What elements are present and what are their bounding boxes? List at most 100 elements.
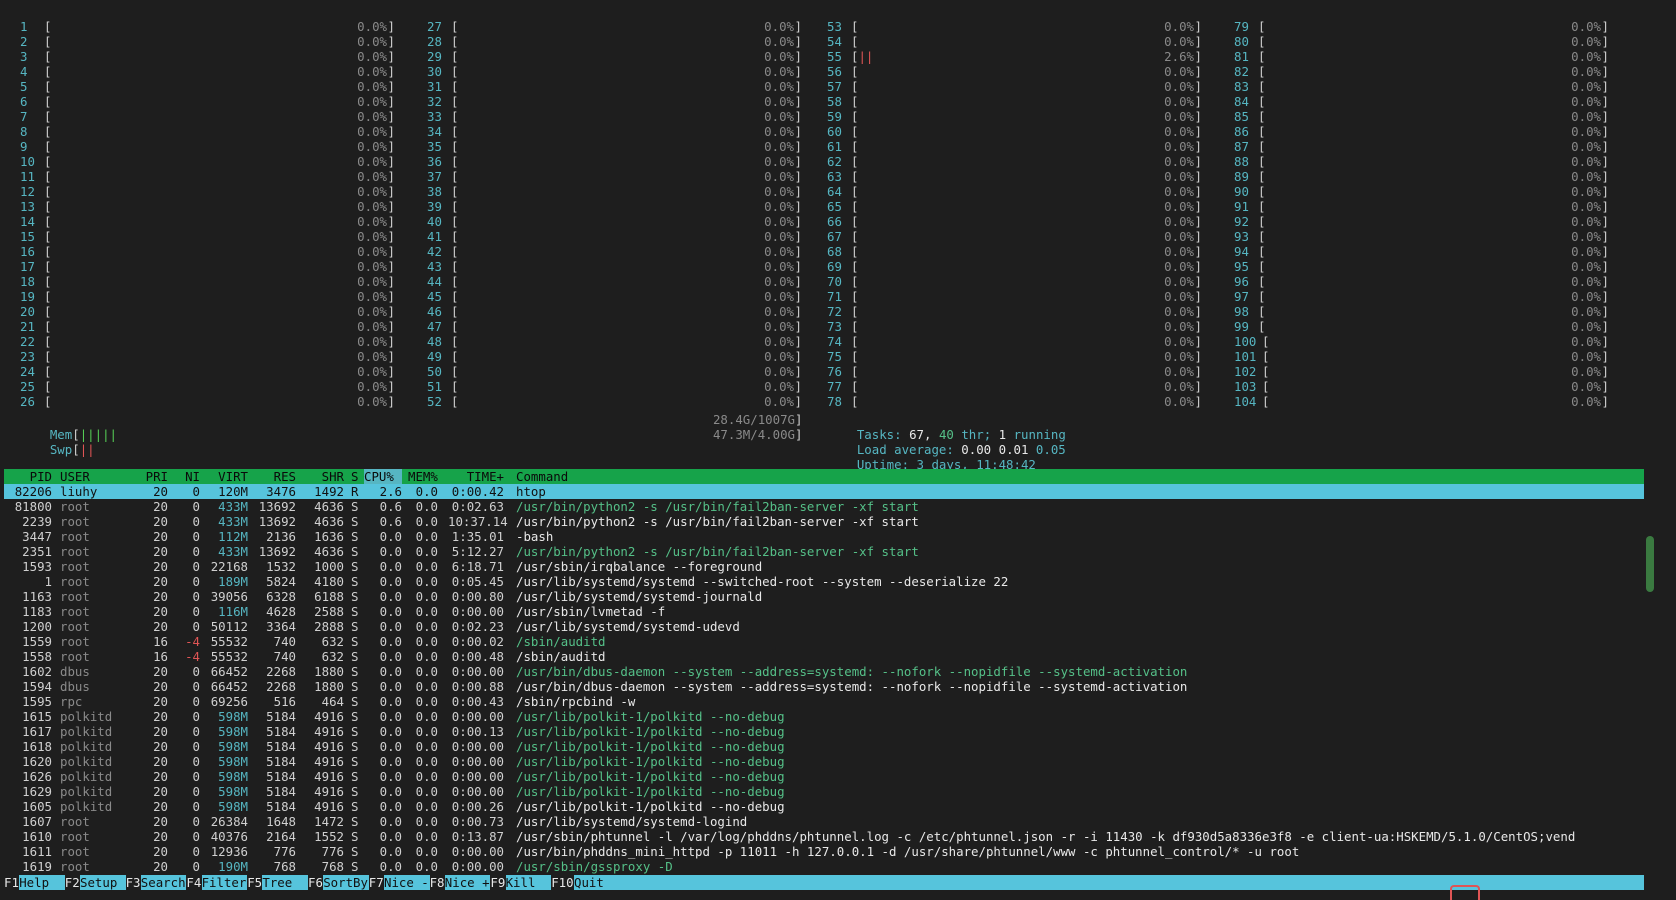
cpu-percent: 0.0% xyxy=(357,274,387,289)
process-row[interactable]: 82206 liuhy 20 0 120M 3476 1492 R 2.6 0.0 0:00.42 h… xyxy=(4,484,1654,499)
process-res: 13692 xyxy=(258,514,296,529)
process-row[interactable]: 1595 rpc 20 0 69256 516 464 S 0.0 0.0 0:00.43/sbin… xyxy=(4,694,1654,709)
process-virt: 66452 xyxy=(210,664,248,679)
cpu-percent: 0.0% xyxy=(1164,259,1194,274)
fkey-f5[interactable]: F5 xyxy=(247,875,263,890)
col-pri[interactable]: PRI xyxy=(134,469,168,484)
process-cmd: /usr/lib/systemd/systemd-udevd xyxy=(516,619,740,634)
fkey-label[interactable]: Nice - xyxy=(384,875,430,890)
process-row[interactable]: 1200 root 20 0 50112 3364 2888 S 0.0 0.0 0:02.23/u… xyxy=(4,619,1654,634)
cpu-number: 41 xyxy=(427,229,442,244)
col-time[interactable]: TIME+ xyxy=(448,469,504,484)
cpu-number: 6 xyxy=(20,94,28,109)
process-row[interactable]: 1611 root 20 0 12936 776 776 S 0.0 0.0 0:00.00/usr… xyxy=(4,844,1654,859)
process-row[interactable]: 1615 polkitd 20 0 598M 5184 4916 S 0.0 0.0 0:00.00… xyxy=(4,709,1654,724)
process-row[interactable]: 1183 root 20 0 116M 4628 2588 S 0.0 0.0 0:00.00/us… xyxy=(4,604,1654,619)
cpu-bracket-close: ] xyxy=(1601,154,1609,169)
process-row[interactable]: 3447 root 20 0 112M 2136 1636 S 0.0 0.0 1:35.01 -ba… xyxy=(4,529,1654,544)
fkey-f2[interactable]: F2 xyxy=(64,875,80,890)
fkey-label[interactable]: Setup xyxy=(80,875,126,890)
cpu-number: 77 xyxy=(827,379,842,394)
cpu-percent: 0.0% xyxy=(357,244,387,259)
scrollbar[interactable] xyxy=(1644,0,1656,898)
process-row[interactable]: 1626 polkitd 20 0 598M 5184 4916 S 0.0 0.0 0:00.00… xyxy=(4,769,1654,784)
process-row[interactable]: 1607 root 20 0 26384 1648 1472 S 0.0 0.0 0:00.73/u… xyxy=(4,814,1654,829)
col-user[interactable]: USER xyxy=(60,469,90,484)
fkey-f9[interactable]: F9 xyxy=(490,875,506,890)
fkey-f7[interactable]: F7 xyxy=(368,875,384,890)
fkey-label[interactable]: Tree xyxy=(262,875,308,890)
fkey-label[interactable]: Filter xyxy=(201,875,248,890)
cpu-percent: 0.0% xyxy=(764,304,794,319)
cpu-percent: 2.6% xyxy=(1164,49,1194,64)
scrollbar-thumb[interactable] xyxy=(1646,536,1654,592)
process-pri: 20 xyxy=(153,754,168,769)
process-row[interactable]: 1163 root 20 0 39056 6328 6188 S 0.0 0.0 0:00.80/u… xyxy=(4,589,1654,604)
process-row[interactable]: 1619 root 20 0 190M 768 768 S 0.0 0.0 0:00.00/usr/… xyxy=(4,859,1654,874)
process-user: polkitd xyxy=(60,784,113,799)
cpu-meter: 7 [0.0%] xyxy=(20,109,395,124)
process-time: 0:00.43 xyxy=(451,694,504,709)
process-res: 1648 xyxy=(266,814,296,829)
process-row[interactable]: 1610 root 20 0 40376 2164 1552 S 0.0 0.0 0:13.87/u… xyxy=(4,829,1654,844)
fkey-f8[interactable]: F8 xyxy=(429,875,445,890)
process-row[interactable]: 1605 polkitd 20 0 598M 5184 4916 S 0.0 0.0 0:00.26… xyxy=(4,799,1654,814)
col-ni[interactable]: NI xyxy=(174,469,200,484)
cpu-percent: 0.0% xyxy=(1571,334,1601,349)
process-row[interactable]: 1617 polkitd 20 0 598M 5184 4916 S 0.0 0.0 0:00.13… xyxy=(4,724,1654,739)
process-row[interactable]: 1618 polkitd 20 0 598M 5184 4916 S 0.0 0.0 0:00.00… xyxy=(4,739,1654,754)
col-state[interactable]: S xyxy=(351,469,358,484)
cpu-percent: 0.0% xyxy=(764,94,794,109)
fkey-label[interactable]: Help xyxy=(19,875,65,890)
fkey-f4[interactable]: F4 xyxy=(186,875,202,890)
cpu-bracket-open: [ xyxy=(44,184,52,199)
process-pri: 20 xyxy=(153,604,168,619)
col-res[interactable]: RES xyxy=(252,469,296,484)
fkey-f6[interactable]: F6 xyxy=(308,875,323,890)
cpu-meter: 38 [0.0%] xyxy=(427,184,802,199)
process-row[interactable]: 1629 polkitd 20 0 598M 5184 4916 S 0.0 0.0 0:00.00… xyxy=(4,784,1654,799)
fkey-label[interactable]: SortBy xyxy=(323,875,369,890)
cpu-bracket-open: [ xyxy=(1258,169,1266,184)
process-cmd: /usr/lib/polkit-1/polkitd --no-debug xyxy=(516,769,785,784)
process-row[interactable]: 1602 dbus 20 0 66452 2268 1880 S 0.0 0.0 0:00.00/u… xyxy=(4,664,1654,679)
fkey-label[interactable]: Nice + xyxy=(444,875,491,890)
process-virt: 116M xyxy=(218,604,248,619)
col-command[interactable]: Command xyxy=(516,469,568,484)
cpu-meter: 14 [0.0%] xyxy=(20,214,395,229)
cpu-number: 78 xyxy=(827,394,842,409)
process-list: 82206 liuhy 20 0 120M 3476 1492 R 2.6 0.0 0:00.42 h… xyxy=(4,484,1654,874)
process-row[interactable]: 2239 root 20 0 433M 13692 4636 S 0.6 0.0 10:37.14 /… xyxy=(4,514,1654,529)
process-pri: 20 xyxy=(153,589,168,604)
fkey-f3[interactable]: F3 xyxy=(125,875,141,890)
process-row[interactable]: 1 root 20 0 189M 5824 4180 S 0.0 0.0 0:05.45/usr/l… xyxy=(4,574,1654,589)
process-row[interactable]: 1620 polkitd 20 0 598M 5184 4916 S 0.0 0.0 0:00.00… xyxy=(4,754,1654,769)
cpu-bracket-close: ] xyxy=(1601,19,1609,34)
col-virt[interactable]: VIRT xyxy=(204,469,248,484)
process-row[interactable]: 2351 root 20 0 433M 13692 4636 S 0.0 0.0 5:12.27/u… xyxy=(4,544,1654,559)
col-cpu[interactable]: CPU% xyxy=(364,469,402,484)
fkey-label[interactable]: Search xyxy=(140,875,187,890)
col-shr[interactable]: SHR xyxy=(300,469,344,484)
process-time: 0:00.02 xyxy=(451,634,504,649)
cpu-meter: 98 [0.0%] xyxy=(1234,304,1609,319)
col-pid[interactable]: PID xyxy=(4,469,52,484)
cpu-meter: 94 [0.0%] xyxy=(1234,244,1609,259)
process-row[interactable]: 1593 root 20 0 22168 1532 1000 S 0.0 0.0 6:18.71/u… xyxy=(4,559,1654,574)
fkey-f1[interactable]: F1 xyxy=(4,875,19,890)
process-ni: 0 xyxy=(192,784,200,799)
process-row[interactable]: 1558 root 16 -4 55532 740 632 S 0.0 0.0 0:00.48/sb… xyxy=(4,649,1654,664)
process-row[interactable]: 1594 dbus 20 0 66452 2268 1880 S 0.0 0.0 0:00.88/u… xyxy=(4,679,1654,694)
process-time: 0:00.42 xyxy=(451,484,504,499)
fkey-f10[interactable]: F10 xyxy=(551,875,574,890)
process-row[interactable]: 81800 root 20 0 433M 13692 4636 S 0.6 0.0 0:02.63 /… xyxy=(4,499,1654,514)
fkey-label[interactable]: Quit xyxy=(574,875,620,890)
process-row[interactable]: 1559 root 16 -4 55532 740 632 S 0.0 0.0 0:00.02/sb… xyxy=(4,634,1654,649)
col-mem[interactable]: MEM% xyxy=(408,469,438,484)
process-virt: 433M xyxy=(218,514,248,529)
fkey-label[interactable]: Kill xyxy=(505,875,552,890)
cpu-bracket-close: ] xyxy=(1601,184,1609,199)
cpu-percent: 0.0% xyxy=(764,79,794,94)
cpu-number: 57 xyxy=(827,79,842,94)
process-cpu: 0.0 xyxy=(379,664,402,679)
